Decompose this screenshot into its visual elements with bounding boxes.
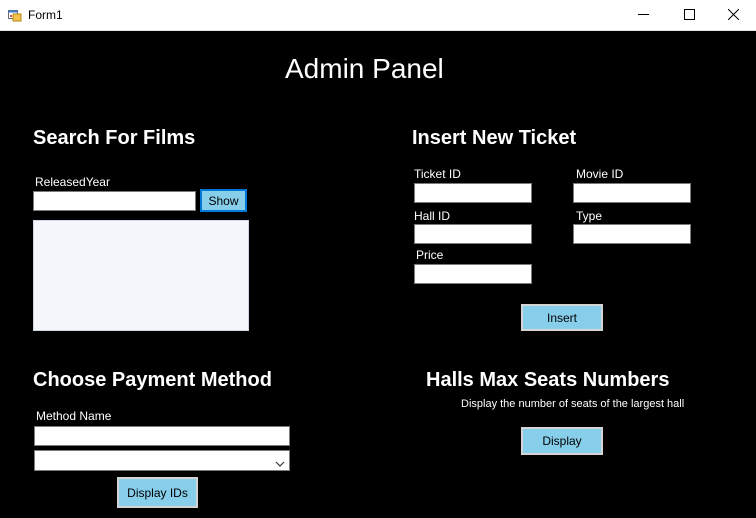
- halls-heading: Halls Max Seats Numbers: [426, 369, 670, 391]
- released-year-label: ReleasedYear: [35, 175, 110, 189]
- display-button[interactable]: Display: [521, 427, 603, 455]
- price-input[interactable]: [414, 264, 532, 284]
- ticket-id-input[interactable]: [414, 183, 532, 203]
- hall-id-label: Hall ID: [414, 209, 451, 223]
- minimize-icon: [637, 7, 649, 25]
- insert-ticket-heading: Insert New Ticket: [412, 127, 577, 149]
- halls-description: Display the number of seats of the large…: [461, 398, 685, 410]
- films-listbox[interactable]: [33, 220, 249, 331]
- window-title: Form1: [28, 8, 63, 22]
- minimize-button[interactable]: [620, 0, 666, 31]
- chevron-down-icon: [275, 456, 285, 467]
- payment-method-heading: Choose Payment Method: [33, 369, 272, 391]
- display-ids-button[interactable]: Display IDs: [117, 477, 198, 508]
- type-label: Type: [576, 209, 603, 223]
- payment-method-select[interactable]: [34, 450, 290, 471]
- type-input[interactable]: [573, 224, 691, 244]
- method-name-input[interactable]: [34, 426, 290, 446]
- movie-id-label: Movie ID: [576, 167, 624, 181]
- show-button[interactable]: Show: [200, 189, 247, 212]
- search-films-heading: Search For Films: [33, 127, 196, 149]
- maximize-button[interactable]: [666, 0, 712, 31]
- app-form-icon: [8, 8, 22, 22]
- form-client-area: Admin Panel Search For Films ReleasedYea…: [0, 31, 756, 518]
- hall-id-input[interactable]: [414, 224, 532, 244]
- method-name-label: Method Name: [36, 409, 112, 423]
- movie-id-input[interactable]: [573, 183, 691, 203]
- ticket-id-label: Ticket ID: [414, 167, 461, 181]
- title-bar: Form1: [0, 0, 756, 31]
- insert-button[interactable]: Insert: [521, 304, 603, 331]
- maximize-icon: [683, 7, 695, 25]
- page-title: Admin Panel: [285, 53, 444, 84]
- released-year-input[interactable]: [33, 191, 196, 211]
- close-button[interactable]: [710, 0, 756, 31]
- price-label: Price: [416, 248, 444, 262]
- close-icon: [727, 7, 739, 25]
